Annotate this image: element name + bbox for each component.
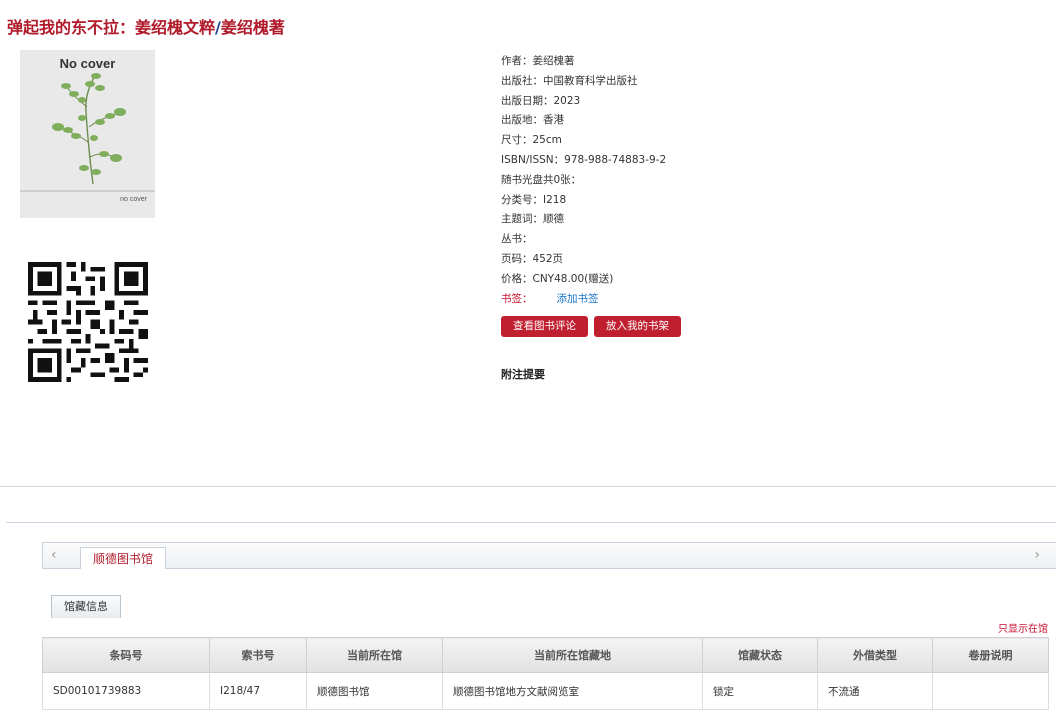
cover-band (20, 190, 155, 192)
scroll-right-icon[interactable]: › (1034, 547, 1040, 563)
qr-code-icon (28, 262, 148, 382)
section-divider (6, 522, 1056, 523)
only-available-link[interactable]: 只显示在馆 (998, 620, 1048, 635)
meta-value: I218 (543, 193, 567, 206)
meta-label: 价格： (501, 272, 533, 285)
meta-value: 中国教育科学出版社 (543, 74, 638, 87)
action-buttons: 查看图书评论 放入我的书架 (501, 316, 687, 337)
meta-publisher: 出版社：中国教育科学出版社 (501, 72, 921, 92)
meta-pub-date: 出版日期：2023 (501, 92, 921, 112)
cell-current-location: 顺德图书馆地方文献阅览室 (442, 672, 703, 710)
add-bookmark-link[interactable]: 添加书签 (557, 293, 599, 305)
add-to-shelf-button[interactable]: 放入我的书架 (594, 316, 681, 337)
meta-label: 分类号： (501, 193, 543, 206)
col-call-number: 索书号 (209, 637, 307, 673)
cell-loan-type: 不流通 (817, 672, 933, 710)
table-row: SD00101739883 I218/47 顺德图书馆 顺德图书馆地方文献阅览室… (42, 672, 1049, 710)
cell-status: 锁定 (702, 672, 818, 710)
cell-barcode: SD00101739883 (42, 672, 210, 710)
meta-label: 出版社： (501, 74, 543, 87)
meta-value: 2023 (553, 94, 581, 107)
meta-value: 香港 (543, 114, 564, 127)
cell-current-library: 顺德图书馆 (306, 672, 443, 710)
note-heading: 附注提要 (501, 368, 545, 381)
book-metadata: 作者：姜绍槐著 出版社：中国教育科学出版社 出版日期：2023 出版地：香港 尺… (501, 52, 921, 309)
meta-value: 978-988-74883-9-2 (564, 153, 667, 166)
meta-value: CNY48.00(赠送) (532, 272, 614, 285)
meta-value: 25cm (532, 134, 562, 147)
meta-isbn: ISBN/ISSN：978-988-74883-9-2 (501, 151, 921, 171)
meta-series: 丛书： (501, 230, 921, 250)
meta-label: 出版地： (501, 114, 543, 127)
meta-label: 页码： (501, 252, 533, 265)
meta-label: 随书光盘共0张： (501, 173, 582, 186)
holdings-panel: 馆藏信息 只显示在馆 条码号 索书号 当前所在馆 当前所在馆藏地 馆藏状态 外借… (42, 569, 1049, 710)
scroll-left-icon[interactable]: ‹ (51, 547, 57, 563)
col-loan-type: 外借类型 (817, 637, 933, 673)
col-volume-note: 卷册说明 (932, 637, 1049, 673)
meta-author: 作者：姜绍槐著 (501, 52, 921, 72)
col-current-library: 当前所在馆 (306, 637, 443, 673)
meta-label: 尺寸： (501, 134, 533, 147)
plant-illustration-icon (52, 73, 126, 185)
meta-value: 452页 (532, 252, 564, 265)
book-title-main: 弹起我的东不拉：姜绍槐文粹 (7, 18, 216, 37)
col-status: 馆藏状态 (702, 637, 818, 673)
meta-price: 价格：CNY48.00(赠送) (501, 270, 921, 290)
view-reviews-button[interactable]: 查看图书评论 (501, 316, 588, 337)
meta-bookmark: 书签： 添加书签 (501, 290, 921, 310)
meta-subject: 主题词：顺德 (501, 210, 921, 230)
meta-size: 尺寸：25cm (501, 131, 921, 151)
meta-label: 出版日期： (501, 94, 554, 107)
col-current-location: 当前所在馆藏地 (442, 637, 703, 673)
meta-value: 顺德 (543, 213, 564, 226)
cell-volume-note (932, 672, 1049, 710)
cover-footer: no cover (120, 196, 147, 203)
book-title: 弹起我的东不拉：姜绍槐文粹/姜绍槐著 (7, 14, 285, 38)
meta-class-no: 分类号：I218 (501, 191, 921, 211)
tab-holdings-info[interactable]: 馆藏信息 (51, 595, 121, 618)
meta-label: ISBN/ISSN： (501, 153, 565, 166)
book-cover: No cover no cover (20, 50, 155, 218)
meta-label: 作者： (501, 55, 533, 67)
meta-label: 主题词： (501, 213, 543, 226)
tab-library-shunde[interactable]: 顺德图书馆 (80, 547, 167, 571)
cell-call-number: I218/47 (209, 672, 307, 710)
cover-heading: No cover (59, 56, 116, 71)
meta-pages: 页码：452页 (501, 250, 921, 270)
meta-value: 姜绍槐著 (532, 55, 575, 67)
holdings-table: 条码号 索书号 当前所在馆 当前所在馆藏地 馆藏状态 外借类型 卷册说明 SD0… (42, 637, 1049, 710)
meta-label: 丛书： (501, 233, 533, 246)
bookmark-label: 书签： (501, 292, 533, 305)
col-barcode: 条码号 (42, 637, 210, 673)
table-header-row: 条码号 索书号 当前所在馆 当前所在馆藏地 馆藏状态 外借类型 卷册说明 (42, 637, 1049, 673)
section-divider (0, 486, 1056, 487)
meta-cd: 随书光盘共0张： (501, 171, 921, 191)
library-tab-bar: ‹ 顺德图书馆 › (42, 542, 1056, 571)
meta-pub-place: 出版地：香港 (501, 111, 921, 131)
book-title-author: 姜绍槐著 (220, 18, 285, 37)
